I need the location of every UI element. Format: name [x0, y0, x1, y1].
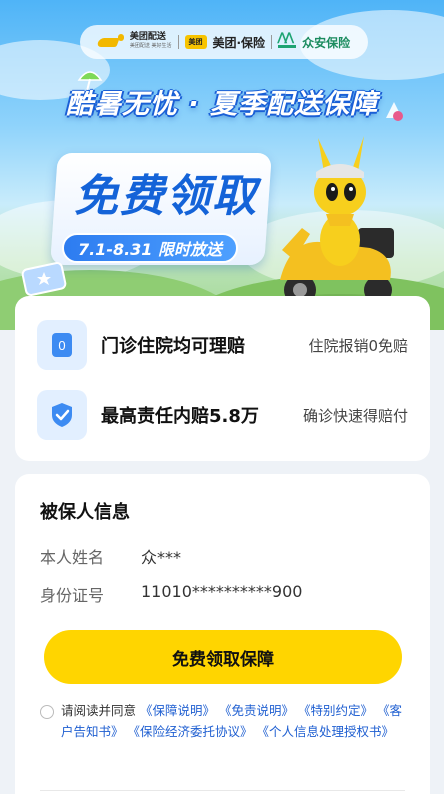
page: 美团配送 美团配送 美好生活 美团 美团·保险 众安保险 酷暑无忧 · 夏季配送… [0, 0, 444, 794]
date-range-pill: 7.1-8.31 限时放送 [62, 233, 238, 263]
svg-text:0: 0 [58, 338, 65, 353]
name-label: 本人姓名 [40, 548, 105, 567]
doc-link-exemption[interactable]: 《免责说明》 [219, 703, 294, 718]
benefit-subtitle: 住院报销0免赔 [308, 336, 408, 355]
agreement-checkbox[interactable] [40, 705, 54, 719]
doc-link-brokerage-agreement[interactable]: 《保险经济委托协议》 [128, 724, 253, 739]
doc-link-privacy-authorization[interactable]: 《个人信息处理授权书》 [257, 724, 395, 739]
kangaroo-logo-icon [98, 34, 124, 50]
ticket-decoration-icon [21, 262, 67, 296]
divider [40, 790, 405, 791]
id-number-label: 身份证号 [40, 586, 105, 605]
benefit-title: 最高责任内赔5.8万 [101, 406, 259, 427]
brand-divider [271, 35, 273, 49]
benefits-card: 0 门诊住院均可理赔 住院报销0免赔 最高责任内赔5.8万 确诊快速得赔付 [15, 296, 430, 461]
meituan-logo-icon: 美团 [184, 35, 207, 49]
hero-headline: 酷暑无忧 · 夏季配送保障 [65, 89, 379, 120]
kangaroo-rider-mascot-icon [278, 136, 402, 310]
agreement-prefix: 请阅读并同意 [61, 703, 137, 718]
agreement-text: 请阅读并同意 《保障说明》 《免责说明》 《特别约定》 《客户告知书》 《保险经… [61, 700, 413, 742]
meituan-delivery-slogan: 美团配送 美好生活 [129, 43, 172, 49]
name-value[interactable]: 众*** [141, 544, 181, 568]
id-number-value[interactable]: 11010**********900 [141, 582, 302, 601]
zero-badge-icon: 0 [37, 320, 87, 370]
insured-section-title: 被保人信息 [40, 502, 130, 523]
benefit-item: 0 门诊住院均可理赔 住院报销0免赔 [15, 317, 430, 373]
doc-link-coverage[interactable]: 《保障说明》 [140, 703, 215, 718]
benefit-title: 门诊住院均可理赔 [101, 336, 245, 357]
ribbon-decoration-icon [386, 102, 403, 121]
brand-divider [177, 35, 179, 49]
benefit-subtitle: 确诊快速得赔付 [302, 406, 408, 425]
shield-check-icon [37, 390, 87, 440]
insured-info-card: 被保人信息 本人姓名 众*** 身份证号 11010**********900 … [15, 474, 430, 794]
doc-link-special-terms[interactable]: 《特别约定》 [298, 703, 373, 718]
meituan-insurance-brand: 美团·保险 [212, 35, 266, 50]
brand-bar: 美团配送 美团配送 美好生活 美团 美团·保险 众安保险 [80, 25, 368, 59]
zhongan-brand: 众安保险 [302, 35, 351, 50]
hero-banner: 美团配送 美团配送 美好生活 美团 美团·保险 众安保险 酷暑无忧 · 夏季配送… [0, 0, 444, 330]
benefit-item: 最高责任内赔5.8万 确诊快速得赔付 [15, 387, 430, 443]
claim-coverage-button[interactable]: 免费领取保障 [44, 630, 402, 684]
meituan-delivery-brand: 美团配送 [129, 32, 166, 42]
free-claim-title: 免费领取 [74, 171, 258, 222]
zhongan-logo-icon [277, 30, 297, 48]
